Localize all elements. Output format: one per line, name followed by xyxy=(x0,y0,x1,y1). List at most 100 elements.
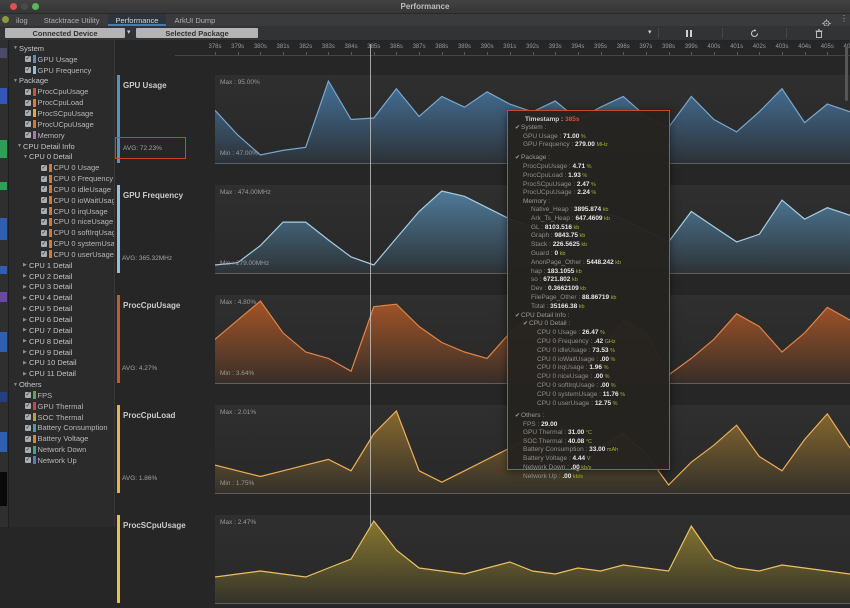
checkbox-battery-consumption[interactable]: ✓ xyxy=(25,425,31,431)
tree-item-battery-voltage[interactable]: ✓Battery Voltage xyxy=(9,433,114,444)
checkbox-network-up[interactable]: ✓ xyxy=(25,457,31,463)
tree-item-cpu-0-usage[interactable]: ✓CPU 0 Usage xyxy=(9,162,114,173)
axis-tick-label: 380s xyxy=(254,44,267,50)
tab-stacktrace-utility[interactable]: Stacktrace Utility xyxy=(36,14,108,26)
checkbox-gpu-frequency[interactable]: ✓ xyxy=(25,67,31,73)
kebab-menu-icon[interactable]: ⋮ xyxy=(840,14,848,23)
device-dropdown-caret-icon[interactable]: ▾ xyxy=(127,28,131,36)
tree-group-cpu-3-detail[interactable]: ▶CPU 3 Detail xyxy=(9,282,114,293)
pause-button[interactable] xyxy=(683,28,695,38)
tree-item-cpu-0-irqusage[interactable]: ✓CPU 0 irqUsage xyxy=(9,206,114,217)
axis-tick-label: 392s xyxy=(526,44,539,50)
tree-group-cpu-11-detail[interactable]: ▶CPU 11 Detail xyxy=(9,368,114,379)
checkbox-cpu-0-iowaitusag[interactable]: ✓ xyxy=(41,197,47,203)
tooltip-value: 8103.516 xyxy=(545,224,572,231)
checkbox-cpu-0-systemusa[interactable]: ✓ xyxy=(41,241,47,247)
tree-group-cpu-0-detail[interactable]: ▼CPU 0 Detail xyxy=(9,151,114,162)
checkbox-gpu-thermal[interactable]: ✓ xyxy=(25,403,31,409)
tooltip-line: ✔CPU 0 Detail : xyxy=(515,320,662,329)
chart-plot-procscpuusage[interactable] xyxy=(215,515,850,603)
tree-group-others[interactable]: ▼Others xyxy=(9,379,114,390)
tree-group-cpu-5-detail[interactable]: ▶CPU 5 Detail xyxy=(9,303,114,314)
tree-group-system[interactable]: ▼System xyxy=(9,43,114,54)
tooltip-unit: kb xyxy=(578,233,585,239)
tree-group-cpu-1-detail[interactable]: ▶CPU 1 Detail xyxy=(9,260,114,271)
tree-item-cpu-0-systemusa[interactable]: ✓CPU 0 systemUsa xyxy=(9,238,114,249)
chart-avg-value: AVG: 365.32MHz xyxy=(122,255,172,262)
tree-group-cpu-4-detail[interactable]: ▶CPU 4 Detail xyxy=(9,292,114,303)
chart-avg-value[interactable]: AVG: 72.23% xyxy=(115,137,186,159)
tree-label: CPU 0 softIrqUsag xyxy=(54,228,115,237)
tree-item-cpu-0-iowaitusag[interactable]: ✓CPU 0 ioWaitUsag xyxy=(9,195,114,206)
checkbox-cpu-0-irqusage[interactable]: ✓ xyxy=(41,208,47,214)
tree-item-soc-thermal[interactable]: ✓SOC Thermal xyxy=(9,412,114,423)
tree-item-battery-consumption[interactable]: ✓Battery Consumption xyxy=(9,423,114,434)
tree-item-network-up[interactable]: ✓Network Up xyxy=(9,455,114,466)
tree-item-cpu-0-softirqusag[interactable]: ✓ CPU 0 softIrqUsag xyxy=(9,227,114,238)
checkbox-cpu-0-frequency[interactable]: ✓ xyxy=(41,176,47,182)
window-fragment xyxy=(0,140,7,158)
checkbox-battery-voltage[interactable]: ✓ xyxy=(25,436,31,442)
checkbox-cpu-0-usage[interactable]: ✓ xyxy=(41,165,47,171)
tree-group-cpu-detail-info[interactable]: ▼CPU Detail Info xyxy=(9,141,114,152)
color-chip xyxy=(33,402,36,410)
tree-item-proccpuusage[interactable]: ✓ProcCpuUsage xyxy=(9,86,114,97)
tree-group-cpu-9-detail[interactable]: ▶CPU 9 Detail xyxy=(9,347,114,358)
tree-item-fps[interactable]: ✓FPS xyxy=(9,390,114,401)
checkbox-gpu-usage[interactable]: ✓ xyxy=(25,56,31,62)
tree-item-cpu-0-niceusage[interactable]: ✓CPU 0 niceUsage xyxy=(9,217,114,228)
tooltip-unit: % xyxy=(609,348,615,354)
tooltip-value: 88.86719 xyxy=(582,294,609,301)
checkbox-cpu-0-userusage[interactable]: ✓ xyxy=(41,251,47,257)
tree-group-cpu-2-detail[interactable]: ▶CPU 2 Detail xyxy=(9,271,114,282)
vertical-scrollbar[interactable] xyxy=(845,46,848,101)
checkbox-cpu-0-idleusage[interactable]: ✓ xyxy=(41,186,47,192)
trash-icon[interactable] xyxy=(813,28,825,38)
checkbox-network-down[interactable]: ✓ xyxy=(25,447,31,453)
tree-item-gpu-usage[interactable]: ✓ GPU Usage xyxy=(9,54,114,65)
tree-item-gpu-frequency[interactable]: ✓GPU Frequency xyxy=(9,65,114,76)
tooltip-unit: kb xyxy=(614,260,621,266)
tooltip-line: Battery Voltage : 4.44 V xyxy=(515,455,662,464)
tree-item-cpu-0-userusage[interactable]: ✓CPU 0 userUsage xyxy=(9,249,114,260)
chart-options-caret-icon[interactable]: ▾ xyxy=(648,28,652,36)
checkbox-fps[interactable]: ✓ xyxy=(25,392,31,398)
tree-group-cpu-7-detail[interactable]: ▶CPU 7 Detail xyxy=(9,325,114,336)
tree-group-cpu-6-detail[interactable]: ▶CPU 6 Detail xyxy=(9,314,114,325)
tree-item-cpu-0-idleusage[interactable]: ✓CPU 0 idleUsage xyxy=(9,184,114,195)
tree-item-proccpuload[interactable]: ✓ProcCpuLoad xyxy=(9,97,114,108)
tree-label: GPU Usage xyxy=(38,55,78,64)
tree-group-cpu-10-detail[interactable]: ▶CPU 10 Detail xyxy=(9,357,114,368)
selected-package-dropdown[interactable]: Selected Package xyxy=(136,28,258,38)
tooltip-unit: kb/s xyxy=(571,474,583,480)
axis-tick-label: 381s xyxy=(277,44,290,50)
tree-item-gpu-thermal[interactable]: ✓ GPU Thermal xyxy=(9,401,114,412)
tree-item-memory[interactable]: ✓Memory xyxy=(9,130,114,141)
tree-item-procucpuusage[interactable]: ✓ProcUCpuUsage xyxy=(9,119,114,130)
refresh-icon[interactable] xyxy=(748,28,760,38)
tree-item-procscpuusage[interactable]: ✓ProcSCpuUsage xyxy=(9,108,114,119)
tooltip-value: 9843.75 xyxy=(554,232,578,239)
tab-ilog[interactable]: ilog xyxy=(8,14,36,26)
tree-label: CPU 6 Detail xyxy=(29,315,72,324)
tree-item-network-down[interactable]: ✓Network Down xyxy=(9,444,114,455)
tab-arkui-dump[interactable]: ArkUI Dump xyxy=(166,14,223,26)
checkbox-proccpuusage[interactable]: ✓ xyxy=(25,89,31,95)
tree-item-cpu-0-frequency[interactable]: ✓CPU 0 Frequency xyxy=(9,173,114,184)
tooltip-label: Stack : xyxy=(531,241,553,248)
checkbox-procucpuusage[interactable]: ✓ xyxy=(25,121,31,127)
color-chip xyxy=(33,446,36,454)
tab-performance[interactable]: Performance xyxy=(108,14,167,26)
tree-group-cpu-8-detail[interactable]: ▶CPU 8 Detail xyxy=(9,336,114,347)
tree-label: GPU Thermal xyxy=(38,402,84,411)
tooltip-line: AnonPage_Other : 5448.242 kb xyxy=(515,259,662,268)
checkbox-cpu-0-niceusage[interactable]: ✓ xyxy=(41,219,47,225)
checkbox-soc-thermal[interactable]: ✓ xyxy=(25,414,31,420)
connected-device-dropdown[interactable]: Connected Device xyxy=(5,28,125,38)
tree-group-package[interactable]: ▼Package xyxy=(9,76,114,87)
checkbox-cpu-0-softirqusag[interactable]: ✓ xyxy=(41,230,47,236)
checkbox-procscpuusage[interactable]: ✓ xyxy=(25,110,31,116)
tooltip-unit: kb xyxy=(572,225,579,231)
checkbox-proccpuload[interactable]: ✓ xyxy=(25,100,31,106)
checkbox-memory[interactable]: ✓ xyxy=(25,132,31,138)
